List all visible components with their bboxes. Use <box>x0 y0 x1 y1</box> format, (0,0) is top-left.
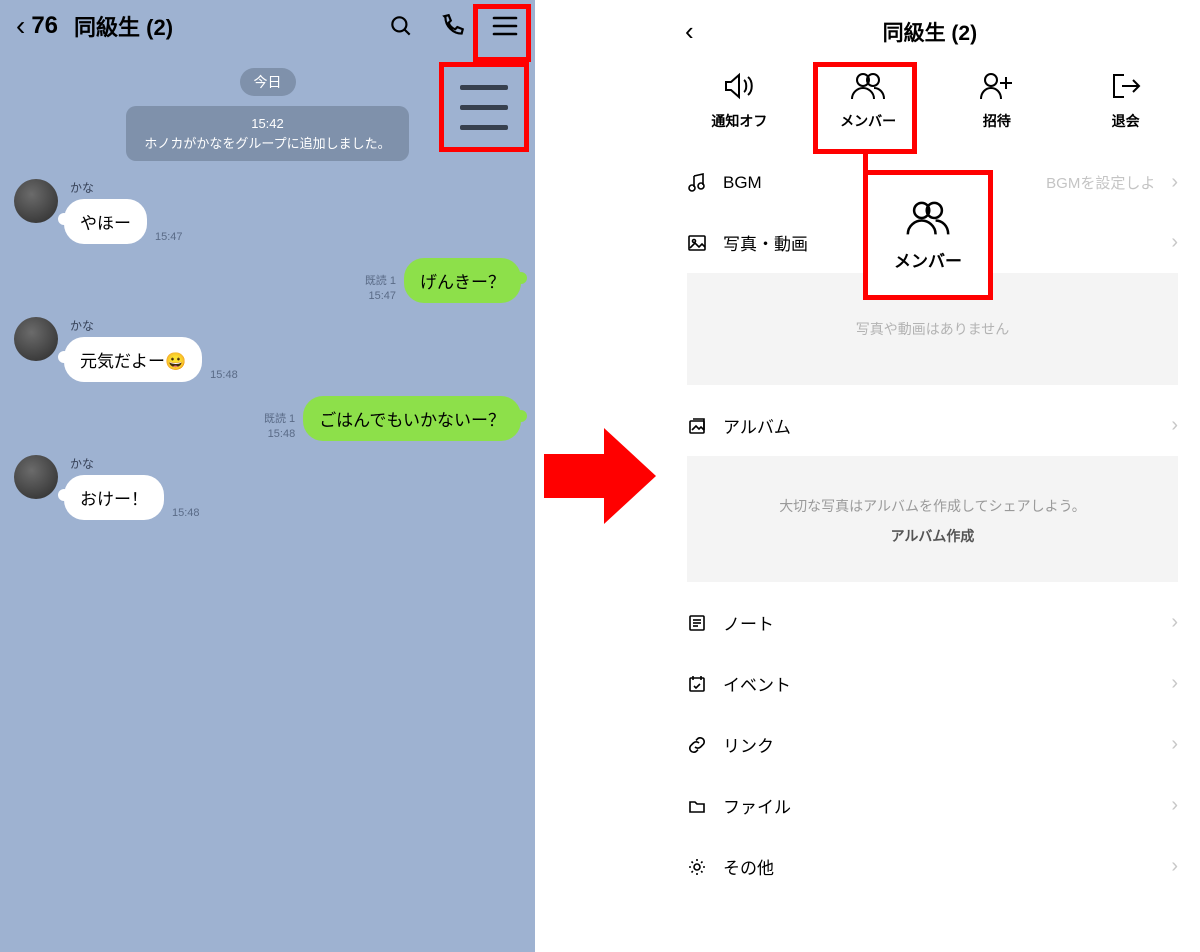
message-bubble[interactable]: 元気だよー😀 <box>64 337 202 382</box>
chevron-right-icon: › <box>1171 794 1178 817</box>
row-file[interactable]: ファイル › <box>665 775 1200 836</box>
settings-title: 同級生 (2) <box>694 17 1166 47</box>
message-row: かな やほー 15:47 <box>0 179 535 258</box>
music-icon <box>687 173 707 193</box>
event-icon <box>687 674 707 694</box>
chevron-right-icon: › <box>1171 672 1178 695</box>
sender-name: かな <box>70 179 183 196</box>
chevron-right-icon: › <box>1171 611 1178 634</box>
system-message: 15:42 ホノカがかなをグループに追加しました。 <box>126 106 408 161</box>
unread-count[interactable]: 76 <box>31 12 58 40</box>
link-icon <box>687 735 707 755</box>
action-invite[interactable]: 招待 <box>942 71 1052 131</box>
avatar[interactable] <box>14 455 58 499</box>
note-icon <box>687 613 707 633</box>
highlight-menu-icon <box>473 4 531 62</box>
date-pill: 今日 <box>240 68 296 96</box>
settings-screen: ‹ 同級生 (2) 通知オフ メンバー 招待 退会 BGM BGMを設定しよ ›… <box>665 0 1200 952</box>
members-icon <box>904 199 952 237</box>
avatar[interactable] <box>14 179 58 223</box>
highlight-members-action <box>813 62 917 154</box>
row-other[interactable]: その他 › <box>665 836 1200 897</box>
album-icon <box>687 416 707 436</box>
message-row: かな おけー！ 15:48 <box>0 455 535 534</box>
arrow-container <box>535 0 665 952</box>
message-bubble[interactable]: げんきー？ <box>404 258 521 303</box>
arrow-icon <box>544 428 656 524</box>
chat-header: ‹ 76 同級生 (2) <box>0 0 535 56</box>
message-bubble[interactable]: おけー！ <box>64 475 164 520</box>
chevron-right-icon: › <box>1171 231 1178 254</box>
message-bubble[interactable]: ごはんでもいかないー？ <box>303 396 521 441</box>
message-meta: 既読 1 15:48 <box>264 412 295 441</box>
search-icon[interactable] <box>387 12 415 40</box>
avatar[interactable] <box>14 317 58 361</box>
message-row: 既読 1 15:47 げんきー？ <box>0 258 535 317</box>
chevron-right-icon: › <box>1171 733 1178 756</box>
action-leave[interactable]: 退会 <box>1071 71 1181 131</box>
system-time: 15:42 <box>144 114 390 134</box>
back-icon[interactable]: ‹ <box>16 10 25 42</box>
highlight-members-callout: メンバー <box>863 170 993 300</box>
system-text: ホノカがかなをグループに追加しました。 <box>144 134 390 154</box>
gear-icon <box>687 857 707 877</box>
sender-name: かな <box>70 317 238 334</box>
chevron-right-icon: › <box>1171 171 1178 194</box>
row-link[interactable]: リンク › <box>665 714 1200 775</box>
message-meta: 既読 1 15:47 <box>365 274 396 303</box>
message-bubble[interactable]: やほー <box>64 199 147 244</box>
message-time: 15:48 <box>210 368 238 382</box>
action-row: 通知オフ メンバー 招待 退会 <box>665 65 1200 153</box>
chevron-right-icon: › <box>1171 855 1178 878</box>
row-album[interactable]: アルバム › <box>665 395 1200 456</box>
message-row: かな 元気だよー😀 15:48 <box>0 317 535 396</box>
settings-header: ‹ 同級生 (2) <box>665 0 1200 65</box>
back-icon[interactable]: ‹ <box>685 16 694 47</box>
message-time: 15:47 <box>155 230 183 244</box>
highlight-menu-enlarged <box>439 62 529 152</box>
album-empty[interactable]: 大切な写真はアルバムを作成してシェアしよう。 アルバム作成 <box>687 456 1178 582</box>
row-event[interactable]: イベント › <box>665 653 1200 714</box>
album-create-cta[interactable]: アルバム作成 <box>707 526 1158 546</box>
chevron-right-icon: › <box>1171 414 1178 437</box>
row-note[interactable]: ノート › <box>665 592 1200 653</box>
message-row: 既読 1 15:48 ごはんでもいかないー？ <box>0 396 535 455</box>
chat-title: 同級生 (2) <box>74 10 173 42</box>
bgm-hint: BGMを設定しよ <box>1046 172 1155 193</box>
chat-screen: ‹ 76 同級生 (2) 今日 15:42 ホノカがかなをグループに追加しました… <box>0 0 535 952</box>
message-time: 15:48 <box>172 506 200 520</box>
photo-icon <box>687 233 707 253</box>
action-mute[interactable]: 通知オフ <box>684 71 794 131</box>
call-icon[interactable] <box>439 12 467 40</box>
folder-icon <box>687 796 707 816</box>
sender-name: かな <box>70 455 200 472</box>
